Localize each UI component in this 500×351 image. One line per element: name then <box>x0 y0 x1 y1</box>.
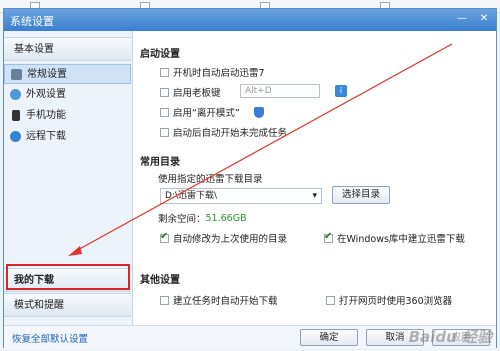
sidebar-item-remote[interactable]: 远程下载 <box>4 127 131 147</box>
gear-icon <box>11 69 22 80</box>
away-mode-option[interactable]: 启用“离开模式” <box>160 105 264 119</box>
sidebar-item-label: 外观设置 <box>26 89 66 100</box>
auto-start-task-checkbox[interactable] <box>160 295 169 305</box>
auto-start-task-option[interactable]: 建立任务时自动开始下载 <box>160 293 278 307</box>
sidebar-item-appearance[interactable]: 外观设置 <box>4 85 131 105</box>
title-bar: 系统设置 — ✕ <box>4 9 496 31</box>
away-mode-checkbox[interactable] <box>160 107 169 117</box>
resume-option[interactable]: 启动后自动开始未完成任务 <box>160 125 287 139</box>
bosskey-checkbox[interactable] <box>160 87 169 97</box>
my-downloads-highlight <box>6 264 130 290</box>
resume-label: 启动后自动开始未完成任务 <box>173 128 288 139</box>
appearance-icon <box>10 89 21 100</box>
dirs-heading: 常用目录 <box>140 157 180 168</box>
use-360-checkbox[interactable] <box>326 295 335 305</box>
autostart-label: 开机时自动启动迅雷7 <box>173 68 265 79</box>
free-space-label: 剩余空间： <box>158 214 206 225</box>
startup-heading: 启动设置 <box>140 49 180 60</box>
windows-library-label: 在Windows库中建立迅雷下载 <box>337 234 465 245</box>
bosskey-label: 启用老板键 <box>173 88 221 99</box>
phone-icon <box>12 110 20 121</box>
sidebar-item-label: 常规设置 <box>27 69 67 80</box>
sidebar-item-label: 远程下载 <box>26 131 66 142</box>
sidebar-item-general[interactable]: 常规设置 <box>4 64 131 84</box>
windows-library-checkbox[interactable] <box>324 231 333 243</box>
chevron-down-icon: ▾ <box>312 191 317 201</box>
autostart-checkbox[interactable] <box>160 67 169 77</box>
auto-update-dir-option[interactable]: 自动修改为上次使用的目录 <box>160 231 287 245</box>
settings-content: 启动设置 开机时自动启动迅雷7 启用老板键 Alt+D i 启用“离开模式” 启… <box>136 31 494 325</box>
use-360-label: 打开网页时使用360浏览器 <box>339 296 453 307</box>
minimize-icon[interactable]: — <box>454 12 470 26</box>
shield-icon <box>253 106 264 118</box>
download-dir-select[interactable]: D:\迅雷下载\ ▾ <box>160 188 322 204</box>
info-icon[interactable]: i <box>335 85 347 97</box>
close-icon[interactable]: ✕ <box>476 12 492 26</box>
free-space: 剩余空间： 51.66GB <box>158 211 247 226</box>
sidebar-item-phone[interactable]: 手机功能 <box>4 106 131 126</box>
auto-update-dir-checkbox[interactable] <box>160 231 169 243</box>
remote-icon <box>10 131 21 142</box>
watermark-logo: Baidu 经验 <box>408 328 492 346</box>
autostart-option[interactable]: 开机时自动启动迅雷7 <box>160 65 265 79</box>
download-dir-value: D:\迅雷下载\ <box>165 191 218 201</box>
ok-button[interactable]: 确定 <box>300 329 358 346</box>
sidebar-item-label: 手机功能 <box>26 110 66 121</box>
choose-dir-button[interactable]: 选择目录 <box>332 186 390 204</box>
free-space-value: 51.66GB <box>205 212 247 224</box>
bosskey-option[interactable]: 启用老板键 <box>160 85 221 99</box>
sidebar-section-mode-alerts[interactable]: 模式和提醒 <box>4 293 131 317</box>
auto-update-dir-label: 自动修改为上次使用的目录 <box>173 234 288 245</box>
sidebar-section-basic[interactable]: 基本设置 <box>4 37 131 61</box>
windows-library-option[interactable]: 在Windows库中建立迅雷下载 <box>324 231 465 245</box>
resume-checkbox[interactable] <box>160 127 169 137</box>
restore-defaults-link[interactable]: 恢复全部默认设置 <box>12 331 88 345</box>
auto-start-task-label: 建立任务时自动开始下载 <box>173 296 278 307</box>
other-heading: 其他设置 <box>140 275 180 286</box>
window-title: 系统设置 <box>10 15 54 28</box>
dir-label: 使用指定的迅雷下载目录 <box>158 174 263 185</box>
use-360-option[interactable]: 打开网页时使用360浏览器 <box>326 293 452 307</box>
away-mode-label: 启用“离开模式” <box>173 108 240 119</box>
settings-dialog: 系统设置 — ✕ 基本设置 常规设置 外观设置 手机功能 远程下载 我的下载 模… <box>3 8 497 349</box>
bosskey-input[interactable]: Alt+D <box>240 84 320 98</box>
window-controls: — ✕ <box>454 12 492 26</box>
